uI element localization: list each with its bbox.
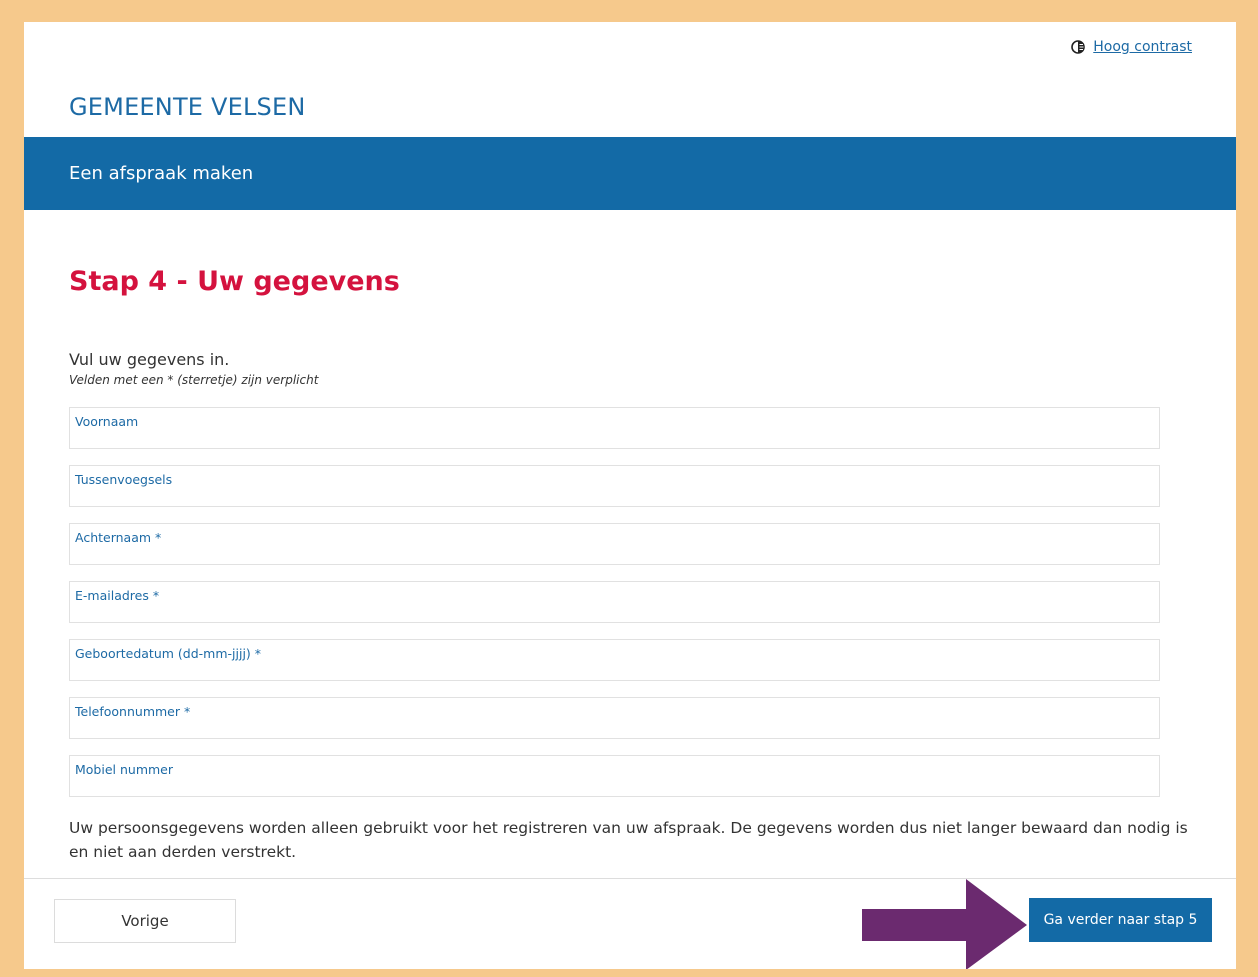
- first-name-input[interactable]: [75, 429, 1154, 445]
- infix-label: Tussenvoegsels: [75, 472, 173, 487]
- mobile-label: Mobiel nummer: [75, 762, 174, 777]
- page-frame: Hoog contrast GEMEENTE VELSEN Een afspra…: [24, 22, 1236, 969]
- birthdate-label: Geboortedatum (dd-mm-jjjj) *: [75, 646, 262, 661]
- infix-input[interactable]: [75, 487, 1154, 503]
- privacy-notice: Uw persoonsgegevens worden alleen gebrui…: [69, 819, 1188, 861]
- mobile-field[interactable]: Mobiel nummer: [69, 755, 1160, 797]
- email-input[interactable]: [75, 603, 1154, 619]
- mobile-input[interactable]: [75, 777, 1154, 793]
- personal-details-form: Voornaam Tussenvoegsels Achternaam * E-m…: [69, 407, 1160, 813]
- high-contrast-link[interactable]: Hoog contrast: [1071, 39, 1192, 55]
- contrast-icon: [1071, 40, 1086, 54]
- page-banner: Een afspraak maken: [24, 137, 1236, 210]
- step-title: Stap 4 - Uw gegevens: [69, 266, 400, 297]
- phone-label: Telefoonnummer *: [75, 704, 191, 719]
- high-contrast-label[interactable]: Hoog contrast: [1093, 39, 1192, 55]
- form-footer: Vorige Ga verder naar stap 5: [24, 878, 1236, 969]
- next-step-button[interactable]: Ga verder naar stap 5: [1029, 898, 1212, 942]
- birthdate-field[interactable]: Geboortedatum (dd-mm-jjjj) *: [69, 639, 1160, 681]
- intro-text: Vul uw gegevens in.: [69, 350, 230, 369]
- required-fields-note: Velden met een * (sterretje) zijn verpli…: [69, 373, 319, 387]
- site-title: GEMEENTE VELSEN: [69, 93, 306, 121]
- birthdate-input[interactable]: [75, 661, 1154, 677]
- phone-field[interactable]: Telefoonnummer *: [69, 697, 1160, 739]
- first-name-label: Voornaam: [75, 414, 139, 429]
- email-label: E-mailadres *: [75, 588, 160, 603]
- email-field[interactable]: E-mailadres *: [69, 581, 1160, 623]
- last-name-field[interactable]: Achternaam *: [69, 523, 1160, 565]
- infix-field[interactable]: Tussenvoegsels: [69, 465, 1160, 507]
- banner-title: Een afspraak maken: [69, 163, 254, 184]
- header: Hoog contrast GEMEENTE VELSEN: [24, 22, 1236, 137]
- first-name-field[interactable]: Voornaam: [69, 407, 1160, 449]
- arrow-right-icon: [862, 879, 1027, 969]
- phone-input[interactable]: [75, 719, 1154, 735]
- last-name-input[interactable]: [75, 545, 1154, 561]
- last-name-label: Achternaam *: [75, 530, 162, 545]
- previous-button[interactable]: Vorige: [54, 899, 236, 943]
